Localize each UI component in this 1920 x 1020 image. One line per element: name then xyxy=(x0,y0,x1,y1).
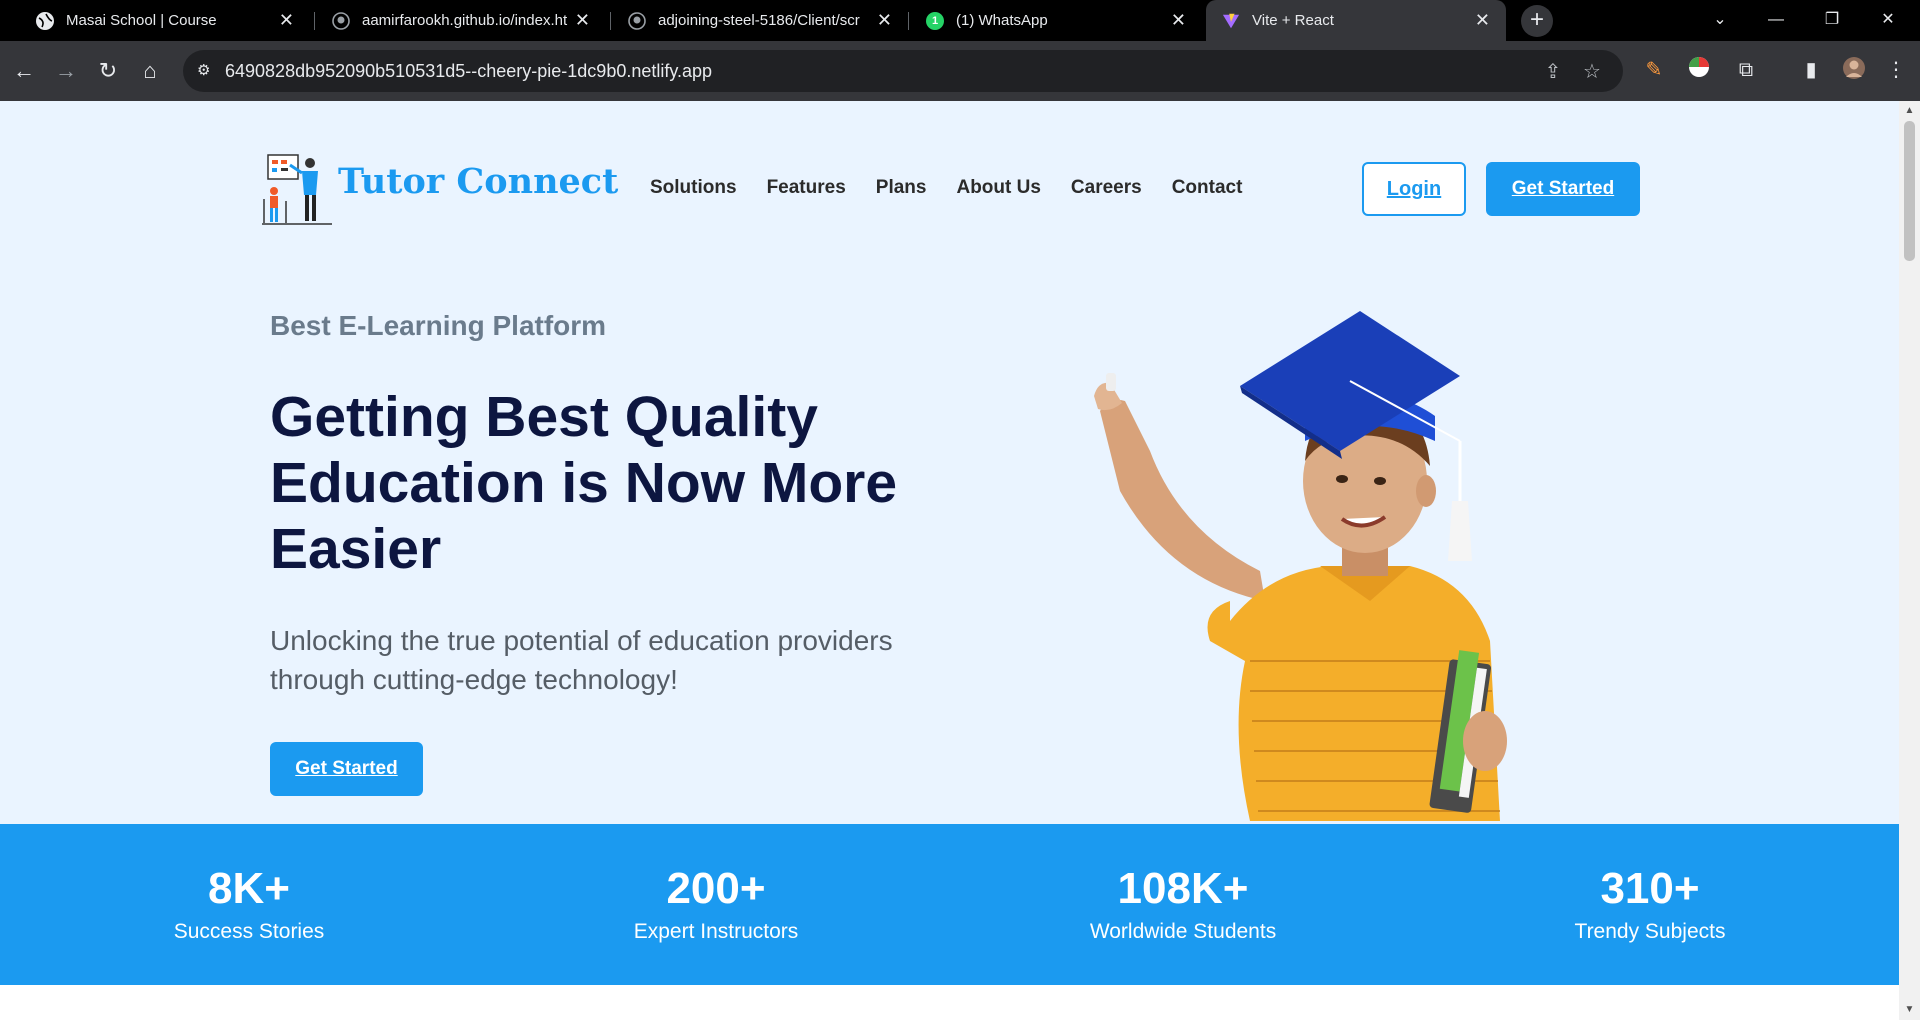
stat-value: 200+ xyxy=(666,864,766,913)
nav-features[interactable]: Features xyxy=(767,177,846,199)
vite-icon xyxy=(1222,12,1240,30)
nav-solutions[interactable]: Solutions xyxy=(650,177,737,199)
close-tab-icon[interactable]: ✕ xyxy=(279,11,294,29)
browser-toolbar: ← → ↻ ⌂ ⚙ 6490828db952090b510531d5--chee… xyxy=(0,41,1920,101)
nav-careers[interactable]: Careers xyxy=(1071,177,1142,199)
stat-expert-instructors: 200+ Expert Instructors xyxy=(566,864,866,944)
back-arrow-icon[interactable]: ← xyxy=(8,55,40,87)
close-tab-icon[interactable]: ✕ xyxy=(877,11,892,29)
globe-icon xyxy=(36,11,54,30)
tab-github-client[interactable]: adjoining-steel-5186/Client/scr ✕ xyxy=(612,0,908,41)
scrollbar-thumb[interactable] xyxy=(1904,121,1915,261)
github-icon xyxy=(628,11,646,30)
tab-strip: Masai School | Course ✕ aamirfarookh.git… xyxy=(0,0,1920,41)
reload-icon[interactable]: ↻ xyxy=(92,55,124,87)
stat-value: 108K+ xyxy=(1117,864,1249,913)
tab-masai[interactable]: Masai School | Course ✕ xyxy=(20,0,310,41)
scroll-down-icon[interactable]: ▼ xyxy=(1903,1004,1916,1016)
restore-button[interactable]: ❐ xyxy=(1804,0,1860,41)
whatsapp-icon: 1 xyxy=(926,11,944,30)
hero-subtext: Unlocking the true potential of educatio… xyxy=(270,625,893,695)
nav-about-us[interactable]: About Us xyxy=(956,177,1040,199)
stat-value: 310+ xyxy=(1600,864,1700,913)
tab-whatsapp[interactable]: 1 (1) WhatsApp ✕ xyxy=(910,0,1202,41)
hero-headline: Getting Best Quality Education is Now Mo… xyxy=(270,385,898,581)
page-viewport: Tutor Connect Solutions Features Plans A… xyxy=(0,101,1920,1020)
stat-label: Success Stories xyxy=(173,920,325,943)
close-window-button[interactable]: ✕ xyxy=(1860,0,1916,41)
tutor-logo-icon[interactable] xyxy=(262,151,332,226)
side-panel-icon[interactable]: ▮ xyxy=(1797,56,1825,84)
scroll-up-icon[interactable]: ▲ xyxy=(1903,105,1916,117)
close-tab-icon[interactable]: ✕ xyxy=(575,11,590,29)
url-text[interactable]: 6490828db952090b510531d5--cheery-pie-1dc… xyxy=(225,61,712,82)
minimize-button[interactable]: — xyxy=(1748,0,1804,41)
stat-label: Trendy Subjects xyxy=(1574,920,1726,943)
stat-success-stories: 8K+ Success Stories xyxy=(99,864,399,944)
avatar[interactable] xyxy=(1840,56,1868,84)
github-icon xyxy=(332,11,350,30)
hero-eyebrow: Best E-Learning Platform xyxy=(270,310,607,341)
stats-band: 8K+ Success Stories 200+ Expert Instruct… xyxy=(0,824,1899,985)
pen-extension-icon[interactable]: ✎ xyxy=(1640,56,1668,84)
nav-contact[interactable]: Contact xyxy=(1172,177,1243,199)
bookmark-star-icon[interactable]: ☆ xyxy=(1579,59,1605,85)
brand-name[interactable]: Tutor Connect xyxy=(338,161,618,202)
close-tab-icon[interactable]: ✕ xyxy=(1171,11,1186,29)
more-menu-icon[interactable]: ⋮ xyxy=(1882,56,1910,84)
address-bar[interactable]: ⚙ 6490828db952090b510531d5--cheery-pie-1… xyxy=(183,50,1623,92)
page-scrollbar[interactable]: ▲ ▼ xyxy=(1899,101,1920,1020)
tab-search-chevron-icon[interactable]: ⌄ xyxy=(1692,0,1748,41)
share-icon[interactable]: ⇪ xyxy=(1540,59,1566,85)
color-extension-icon[interactable] xyxy=(1685,56,1713,84)
tab-github-index[interactable]: aamirfarookh.github.io/index.ht ✕ xyxy=(316,0,606,41)
home-icon[interactable]: ⌂ xyxy=(134,55,166,87)
graduate-boy-image xyxy=(1094,311,1507,821)
new-tab-button[interactable]: + xyxy=(1521,5,1553,37)
forward-arrow-icon[interactable]: → xyxy=(50,55,82,87)
stat-label: Worldwide Students xyxy=(1089,920,1277,943)
stat-worldwide-students: 108K+ Worldwide Students xyxy=(1033,864,1333,944)
tab-vite-react[interactable]: Vite + React ✕ xyxy=(1206,0,1506,41)
close-tab-icon[interactable]: ✕ xyxy=(1475,11,1490,29)
nav-plans[interactable]: Plans xyxy=(876,177,927,199)
extensions-puzzle-icon[interactable]: ⧉ xyxy=(1732,56,1760,84)
stat-value: 8K+ xyxy=(208,864,290,913)
stat-label: Expert Instructors xyxy=(633,920,799,943)
stat-trendy-subjects: 310+ Trendy Subjects xyxy=(1500,864,1800,944)
hero-section: Tutor Connect Solutions Features Plans A… xyxy=(0,101,1899,824)
login-button[interactable]: Login xyxy=(1362,162,1466,216)
main-nav: Solutions Features Plans About Us Career… xyxy=(650,177,1272,199)
header-get-started-button[interactable]: Get Started xyxy=(1486,162,1640,216)
hero-get-started-button[interactable]: Get Started xyxy=(270,742,423,796)
site-settings-icon[interactable]: ⚙ xyxy=(197,61,217,81)
